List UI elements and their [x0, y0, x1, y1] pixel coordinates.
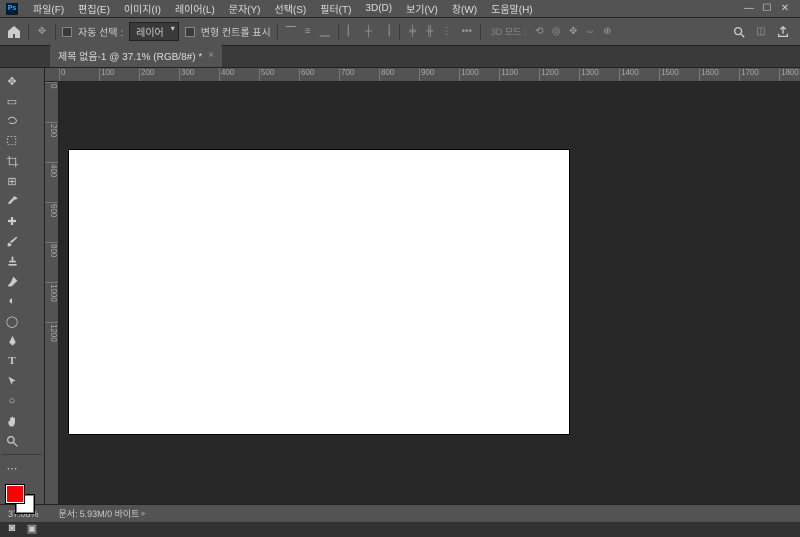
close-button[interactable]: ✕ [776, 2, 794, 16]
ruler-horizontal[interactable]: 0100 200300 400500 600700 800900 1000110… [45, 68, 800, 82]
color-swatches[interactable] [2, 483, 42, 515]
distribute-h-icon[interactable]: ╪ [406, 25, 420, 39]
minimize-button[interactable]: — [740, 2, 758, 16]
zoom-tool[interactable] [2, 432, 22, 450]
crop-tool[interactable] [2, 152, 22, 170]
align-top-icon[interactable]: ⎺ [284, 25, 298, 39]
mode-3d-label: 3D 모드 : [491, 25, 527, 38]
3d-slide-icon[interactable]: ⇔ [583, 25, 597, 39]
align-bottom-icon[interactable]: ⎽ [318, 25, 332, 39]
transform-controls-label: 변형 컨트롤 표시 [201, 24, 271, 39]
menu-3d[interactable]: 3D(D) [358, 3, 399, 14]
lasso-tool[interactable] [2, 112, 22, 130]
menu-help[interactable]: 도움말(H) [484, 1, 539, 16]
document-tab[interactable]: 제목 없음-1 @ 37.1% (RGB/8#) * × [50, 44, 222, 67]
eyedropper-tool[interactable] [2, 192, 22, 210]
brush-tool[interactable] [2, 232, 22, 250]
healing-tool[interactable]: ✚ [2, 212, 22, 230]
3d-orbit-icon[interactable]: ⟲ [532, 25, 546, 39]
canvas[interactable] [69, 150, 569, 434]
path-select-tool[interactable] [2, 372, 22, 390]
align-vcenter-icon[interactable]: ≡ [301, 25, 315, 39]
workspace-icon[interactable]: ◫ [754, 25, 768, 39]
marquee-tool[interactable]: ▭ [2, 92, 22, 110]
distribute-space-icon[interactable]: ⋮ [440, 25, 454, 39]
auto-select-checkbox[interactable] [62, 27, 72, 37]
align-group-2: ▏ ┼ ▕ [345, 25, 393, 39]
auto-select-label: 자동 선택 : [78, 24, 123, 39]
shape-tool[interactable]: ○ [2, 392, 22, 410]
doc-label: 문서: [59, 507, 78, 520]
options-bar: ✥ 자동 선택 : 레이어 변형 컨트롤 표시 ⎺ ≡ ⎽ ▏ ┼ ▕ ╪ ╫ … [0, 18, 800, 46]
menu-layer[interactable]: 레이어(L) [168, 1, 222, 16]
more-options-icon[interactable]: ••• [460, 25, 474, 39]
menu-edit[interactable]: 편집(E) [71, 1, 117, 16]
3d-zoom-icon[interactable]: ⊕ [600, 25, 614, 39]
quick-select-tool[interactable] [2, 132, 22, 150]
share-icon[interactable] [776, 25, 790, 39]
auto-select-dropdown[interactable]: 레이어 [129, 22, 179, 41]
document-tab-title: 제목 없음-1 @ 37.1% (RGB/8#) * [58, 48, 202, 63]
status-bar: 37.08% 문서: 5.93M/0 바이트 ▸ [0, 504, 800, 522]
home-icon[interactable] [6, 24, 22, 40]
foreground-color[interactable] [6, 485, 24, 503]
transform-controls-checkbox[interactable] [185, 27, 195, 37]
menu-file[interactable]: 파일(F) [26, 1, 71, 16]
canvas-area: 0100 200300 400500 600700 800900 1000110… [45, 68, 800, 504]
distribute-v-icon[interactable]: ╫ [423, 25, 437, 39]
distribute-group: ╪ ╫ ⋮ [406, 25, 454, 39]
document-tab-bar: 제목 없음-1 @ 37.1% (RGB/8#) * × [0, 46, 800, 68]
3d-roll-icon[interactable]: ◎ [549, 25, 563, 39]
align-left-icon[interactable]: ▏ [345, 25, 359, 39]
move-tool-icon: ✥ [35, 25, 49, 39]
frame-tool[interactable]: ⊞ [2, 172, 22, 190]
type-tool[interactable]: T [2, 352, 22, 370]
menu-filter[interactable]: 필터(T) [313, 1, 358, 16]
menu-window[interactable]: 창(W) [445, 1, 484, 16]
eraser-tool[interactable] [2, 272, 22, 290]
ruler-vertical[interactable]: 0200 400600 8001000 1200 [45, 82, 59, 504]
menu-view[interactable]: 보기(V) [399, 1, 445, 16]
move-tool[interactable]: ✥ [2, 72, 22, 90]
hand-tool[interactable] [2, 412, 22, 430]
search-icon[interactable] [732, 25, 746, 39]
edit-toolbar-icon[interactable]: ⋯ [2, 459, 22, 477]
menu-bar: Ps 파일(F) 편집(E) 이미지(I) 레이어(L) 문자(Y) 선택(S)… [0, 0, 800, 18]
3d-pan-icon[interactable]: ✥ [566, 25, 580, 39]
doc-info-arrow-icon[interactable]: ▸ [141, 508, 146, 519]
align-group-1: ⎺ ≡ ⎽ [284, 25, 332, 39]
toolbox: ✥ ▭ ⊞ ✚ ◐ ◯ T ○ ⋯ ◙ [0, 68, 45, 504]
menu-select[interactable]: 선택(S) [268, 1, 314, 16]
maximize-button[interactable]: ☐ [758, 2, 776, 16]
app-logo: Ps [6, 3, 18, 15]
menu-image[interactable]: 이미지(I) [117, 1, 168, 16]
doc-size: 5.93M/0 바이트 [80, 507, 140, 520]
menu-type[interactable]: 문자(Y) [222, 1, 268, 16]
canvas-viewport[interactable] [59, 82, 800, 504]
tab-close-icon[interactable]: × [208, 50, 214, 61]
align-right-icon[interactable]: ▕ [379, 25, 393, 39]
pen-tool[interactable] [2, 332, 22, 350]
gradient-tool[interactable]: ◐ [2, 292, 22, 310]
stamp-tool[interactable] [2, 252, 22, 270]
dodge-tool[interactable]: ◯ [2, 312, 22, 330]
align-hcenter-icon[interactable]: ┼ [362, 25, 376, 39]
